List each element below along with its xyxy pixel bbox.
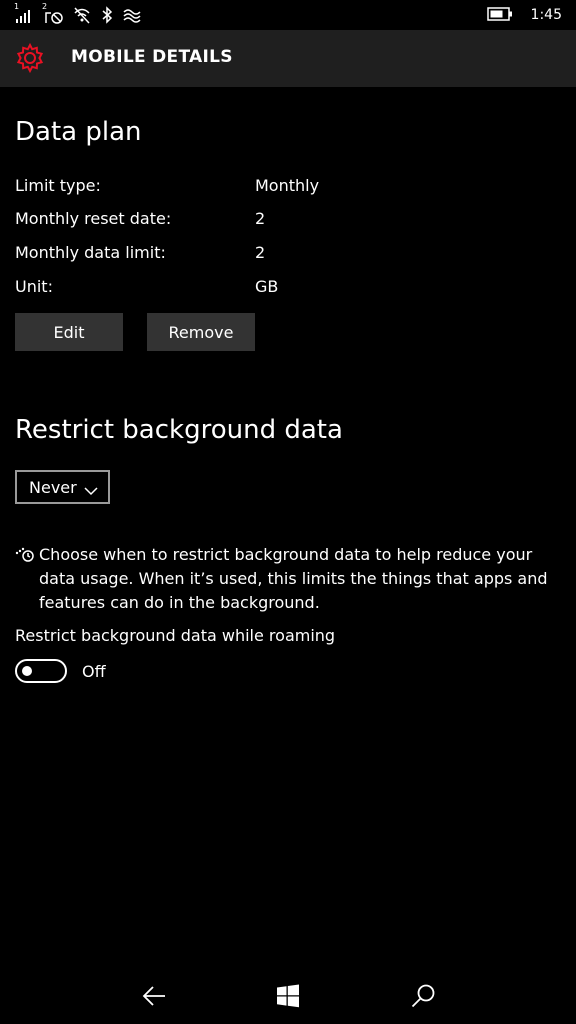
roaming-label: Restrict background data while roaming [15,626,336,645]
unit-value: GB [255,277,279,296]
reset-date-value: 2 [255,209,266,228]
unit-label: Unit: [15,277,53,296]
reset-date-row: Monthly reset date: 2 [15,209,555,231]
unit-row: Unit: GB [15,277,555,299]
data-limit-value: 2 [255,243,266,262]
status-bar: 1 2 1:45 [0,0,576,30]
sim2-no-service-icon: 2 [42,2,64,25]
edit-button[interactable]: Edit [15,313,123,351]
limit-type-row: Limit type: Monthly [15,176,555,198]
search-icon[interactable] [409,982,437,1010]
roaming-toggle[interactable] [15,659,67,683]
remove-button[interactable]: Remove [147,313,255,351]
status-icons-left: 1 2 [14,2,142,25]
restrict-info-text: Choose when to restrict background data … [39,545,548,612]
data-limit-row: Monthly data limit: 2 [15,243,555,265]
data-sense-icon [122,5,142,25]
sim2-label: 2 [42,2,48,11]
page-header: MOBILE DETAILS [0,30,576,87]
wifi-off-icon [72,5,92,25]
data-limit-label: Monthly data limit: [15,243,166,262]
data-plan-title: Data plan [15,117,142,147]
windows-icon[interactable] [274,982,302,1010]
roaming-toggle-state: Off [82,662,106,681]
navigation-bar [0,964,576,1024]
status-icons-right: 1:45 [486,5,562,25]
bluetooth-icon [100,5,114,25]
dropdown-value: Never [29,477,77,497]
data-saver-icon [15,546,35,568]
limit-type-label: Limit type: [15,176,101,195]
reset-date-label: Monthly reset date: [15,209,172,228]
signal-icon: 1 [14,2,34,25]
restrict-title: Restrict background data [15,415,343,445]
clock: 1:45 [530,7,562,23]
restrict-dropdown[interactable]: Never [15,470,110,504]
chevron-down-icon [84,481,98,500]
page-title: MOBILE DETAILS [71,47,233,67]
battery-icon [486,6,513,25]
back-arrow-icon[interactable] [140,982,168,1010]
limit-type-value: Monthly [255,176,320,195]
sim1-label: 1 [14,2,20,11]
toggle-knob [22,666,32,676]
gear-icon [14,42,46,74]
